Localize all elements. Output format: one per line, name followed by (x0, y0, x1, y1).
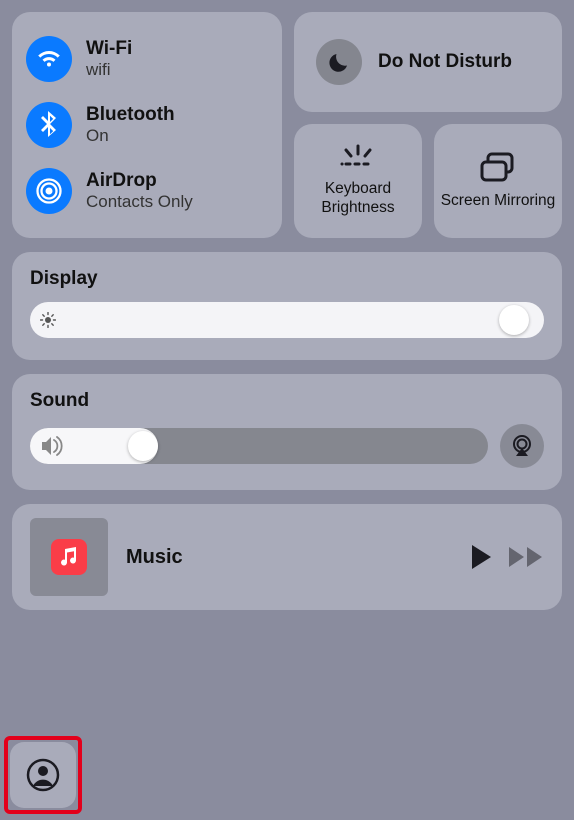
wifi-sub: wifi (86, 60, 132, 80)
keyboard-brightness-label: Keyboard Brightness (300, 180, 416, 217)
music-app-icon (51, 539, 87, 575)
airplay-icon (509, 434, 535, 458)
music-title: Music (126, 546, 470, 569)
display-card: Display (12, 252, 562, 360)
user-icon (26, 758, 60, 792)
screen-mirroring-icon (478, 152, 518, 184)
airplay-audio-button[interactable] (500, 424, 544, 468)
screen-mirroring-tile[interactable]: Screen Mirroring (434, 124, 562, 238)
volume-icon (40, 436, 64, 456)
airdrop-icon (26, 168, 72, 214)
bluetooth-icon (26, 102, 72, 148)
brightness-low-icon (40, 312, 56, 328)
user-account-button[interactable] (10, 742, 76, 808)
bluetooth-title: Bluetooth (86, 104, 175, 126)
airdrop-title: AirDrop (86, 170, 193, 192)
do-not-disturb-toggle[interactable]: Do Not Disturb (294, 12, 562, 112)
keyboard-brightness-icon (336, 144, 380, 172)
sound-card: Sound (12, 374, 562, 490)
next-track-button[interactable] (508, 546, 544, 568)
airdrop-row[interactable]: AirDrop Contacts Only (26, 158, 268, 224)
wifi-title: Wi-Fi (86, 38, 132, 60)
connectivity-card: Wi-Fi wifi Bluetooth On AirDrop Contacts… (12, 12, 282, 238)
bluetooth-row[interactable]: Bluetooth On (26, 92, 268, 158)
wifi-row[interactable]: Wi-Fi wifi (26, 26, 268, 92)
wifi-icon (26, 36, 72, 82)
music-card[interactable]: Music (12, 504, 562, 610)
bluetooth-sub: On (86, 126, 175, 146)
screen-mirroring-label: Screen Mirroring (441, 192, 556, 211)
airdrop-sub: Contacts Only (86, 192, 193, 212)
display-brightness-slider[interactable] (30, 302, 544, 338)
sound-label: Sound (30, 390, 544, 412)
sound-volume-slider[interactable] (30, 428, 488, 464)
display-label: Display (30, 268, 544, 290)
play-button[interactable] (470, 544, 492, 570)
keyboard-brightness-tile[interactable]: Keyboard Brightness (294, 124, 422, 238)
moon-icon (316, 39, 362, 85)
do-not-disturb-label: Do Not Disturb (378, 51, 512, 74)
music-artwork (30, 518, 108, 596)
